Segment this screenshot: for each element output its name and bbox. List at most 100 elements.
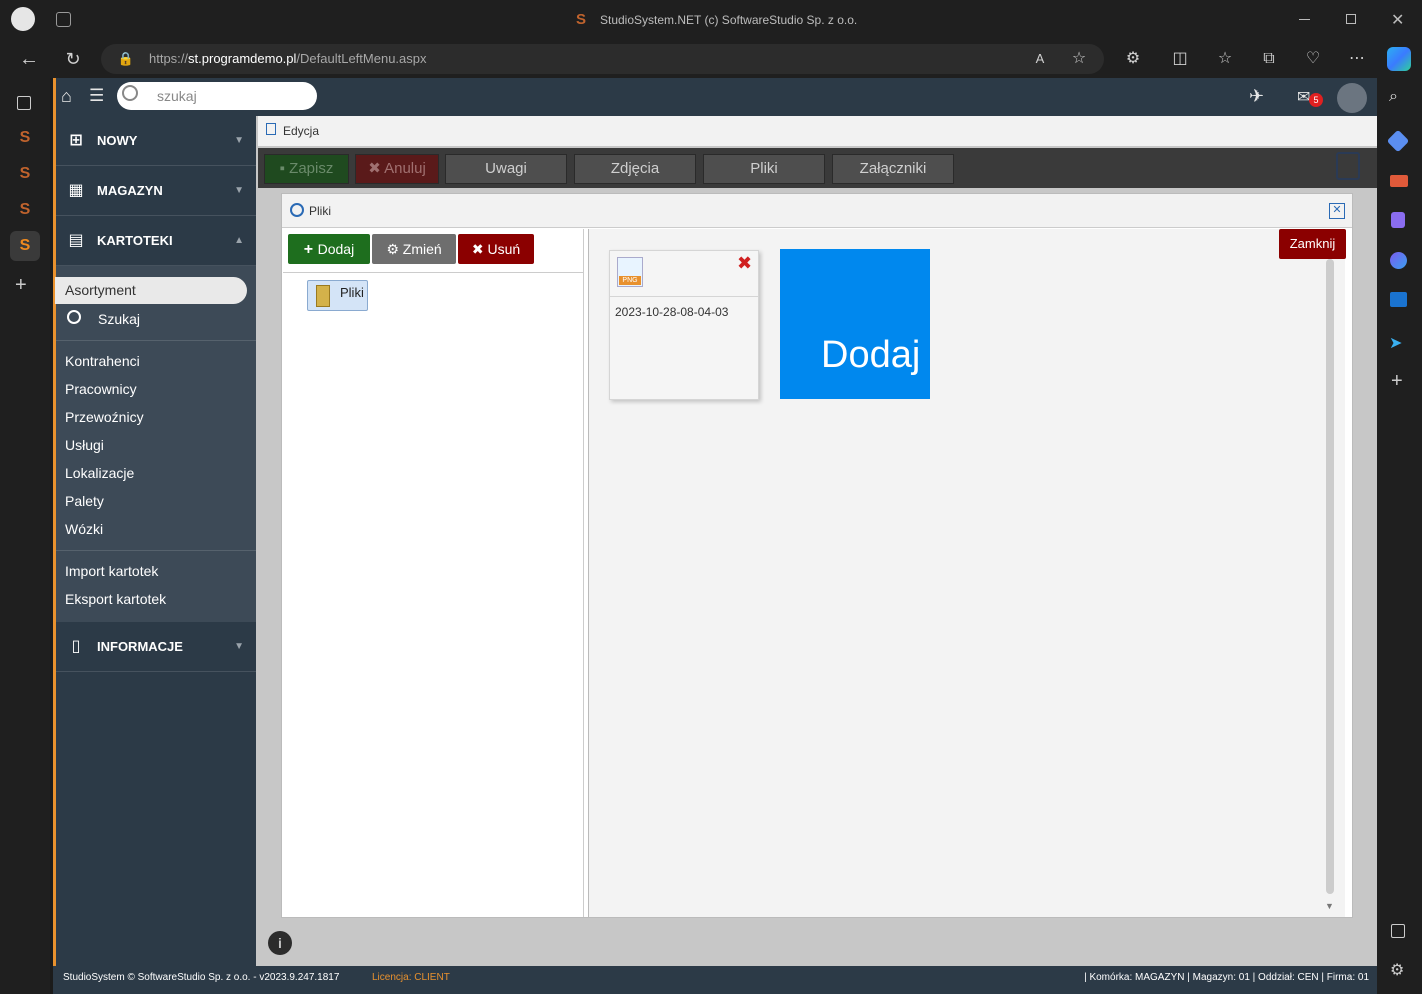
shopping-icon[interactable] bbox=[1386, 129, 1410, 153]
close-window-icon[interactable]: ✕ bbox=[1391, 10, 1404, 30]
submenu-divider bbox=[56, 550, 256, 551]
tab-pliki[interactable]: Pliki bbox=[703, 154, 825, 184]
tab-uwagi[interactable]: Uwagi bbox=[445, 154, 567, 184]
sidebar-item-wozki[interactable]: Wózki bbox=[65, 521, 103, 537]
file-name: 2023-10-28-08-04-03 bbox=[615, 305, 729, 319]
png-file-icon: PNG bbox=[617, 257, 643, 287]
menu-section-magazyn[interactable]: ▦ MAGAZYN ▼ bbox=[56, 166, 256, 216]
tools-icon[interactable] bbox=[1390, 175, 1408, 187]
plus-icon: + bbox=[303, 241, 318, 258]
menu-section-informacje[interactable]: ▯ INFORMACJE ▼ bbox=[56, 622, 256, 672]
lock-icon[interactable]: 🔒 bbox=[114, 47, 138, 71]
minimize-icon[interactable] bbox=[1299, 19, 1310, 20]
send-icon[interactable]: ➤ bbox=[1389, 333, 1402, 353]
add-tile-label: Dodaj bbox=[821, 334, 921, 376]
split-screen-icon[interactable]: ◫ bbox=[1168, 47, 1192, 71]
tabs-icon[interactable] bbox=[56, 12, 71, 27]
delete-button[interactable]: ✖ Usuń bbox=[458, 234, 534, 264]
folder-node-pliki[interactable]: Pliki bbox=[307, 280, 368, 311]
tab-studiosystem-2-icon[interactable]: S bbox=[10, 159, 40, 189]
sidebar-item-uslugi[interactable]: Usługi bbox=[65, 437, 104, 453]
back-icon[interactable]: ← bbox=[17, 47, 41, 71]
card-index-icon: ▤ bbox=[68, 232, 84, 249]
sidebar-item-szukaj[interactable]: Szukaj bbox=[98, 311, 140, 327]
tab-studiosystem-1-icon[interactable]: S bbox=[10, 123, 40, 153]
info-icon[interactable]: i bbox=[268, 931, 292, 955]
sidebar-item-import[interactable]: Import kartotek bbox=[65, 563, 158, 579]
read-aloud-icon[interactable]: A bbox=[1028, 47, 1052, 71]
tab-actions-icon[interactable] bbox=[17, 96, 31, 110]
submenu-divider bbox=[56, 340, 256, 341]
tab-studiosystem-3-icon[interactable]: S bbox=[10, 195, 40, 225]
search-input[interactable]: szukaj bbox=[117, 82, 317, 110]
outlook-icon[interactable] bbox=[1390, 292, 1407, 307]
new-tab-icon[interactable]: + bbox=[15, 274, 27, 297]
performance-icon[interactable]: ♡ bbox=[1301, 47, 1325, 71]
menu-section-kartoteki[interactable]: ▤ KARTOTEKI ▲ bbox=[56, 216, 256, 266]
m365-icon[interactable] bbox=[1390, 252, 1407, 269]
save-button[interactable]: ▪ Zapisz bbox=[264, 154, 349, 184]
edit-pencil-icon[interactable] bbox=[1336, 152, 1360, 180]
chevron-up-icon: ▲ bbox=[234, 235, 244, 246]
dialog-title: Pliki bbox=[309, 204, 332, 218]
cancel-label: Anuluj bbox=[384, 160, 426, 177]
sidebar-item-pracownicy[interactable]: Pracownicy bbox=[65, 381, 137, 397]
copilot-icon[interactable] bbox=[1387, 47, 1411, 71]
user-avatar-icon[interactable] bbox=[1337, 83, 1367, 113]
sidebar-item-lokalizacje[interactable]: Lokalizacje bbox=[65, 465, 134, 481]
dialog-header: Pliki ✕ bbox=[282, 194, 1352, 228]
url-field[interactable]: https://st.programdemo.pl/DefaultLeftMen… bbox=[101, 44, 1104, 74]
tab-zalaczniki[interactable]: Załączniki bbox=[832, 154, 954, 184]
sidebar-item-przewoznicy[interactable]: Przewoźnicy bbox=[65, 409, 144, 425]
search-sidebar-icon[interactable]: ⌕ bbox=[1389, 88, 1398, 106]
url-host: st.programdemo.pl bbox=[188, 51, 297, 66]
games-icon[interactable] bbox=[1391, 212, 1405, 228]
delete-file-icon[interactable]: ✖ bbox=[737, 253, 752, 274]
tab-label: Edycja bbox=[283, 124, 320, 138]
close-button[interactable]: Zamknij bbox=[1279, 229, 1346, 259]
home-icon[interactable]: ⌂ bbox=[61, 86, 72, 107]
sidebar-item-palety[interactable]: Palety bbox=[65, 493, 104, 509]
file-type-label: PNG bbox=[619, 276, 641, 285]
file-card[interactable]: PNG ✖ 2023-10-28-08-04-03 bbox=[609, 250, 759, 400]
menu-collapse-icon[interactable]: ☰ bbox=[89, 86, 104, 106]
add-sidebar-icon[interactable]: + bbox=[1391, 370, 1403, 393]
add-file-tile[interactable]: Dodaj bbox=[780, 249, 930, 399]
scrollbar[interactable] bbox=[1326, 259, 1334, 894]
sidebar-item-asortyment[interactable]: Asortyment bbox=[55, 277, 247, 304]
cancel-x-icon: ✖ bbox=[368, 160, 385, 177]
tab-studiosystem-active-icon[interactable]: S bbox=[10, 231, 40, 261]
maximize-icon[interactable] bbox=[1346, 14, 1356, 24]
plus-box-icon: ⊞ bbox=[69, 132, 83, 149]
plane-icon[interactable]: ✈ bbox=[1249, 86, 1264, 107]
menu-section-nowy[interactable]: ⊞ NOWY ▼ bbox=[56, 116, 256, 166]
add-button[interactable]: + Dodaj bbox=[288, 234, 370, 264]
folder-icon bbox=[316, 285, 330, 307]
favorite-star-icon[interactable]: ☆ bbox=[1067, 47, 1091, 71]
status-bar: StudioSystem © SoftwareStudio Sp. z o.o.… bbox=[53, 966, 1377, 994]
maximize-dialog-icon[interactable]: ✕ bbox=[1329, 203, 1345, 219]
tab-edycja[interactable]: Edycja bbox=[258, 116, 1377, 146]
copyright-text: StudioSystem © SoftwareStudio Sp. z o.o.… bbox=[63, 972, 340, 983]
sidebar-item-kontrahenci[interactable]: Kontrahenci bbox=[65, 353, 140, 369]
browser-sidebar: ⌕ ➤ + ⚙ bbox=[1377, 78, 1422, 994]
folder-label: Pliki bbox=[340, 285, 364, 300]
scroll-down-icon[interactable]: ▼ bbox=[1325, 901, 1334, 911]
settings-icon[interactable]: ⚙ bbox=[1390, 960, 1404, 980]
more-menu-icon[interactable]: ⋯ bbox=[1345, 47, 1369, 71]
extensions-icon[interactable]: ⚙ bbox=[1121, 47, 1145, 71]
x-icon: ✖ bbox=[471, 241, 488, 257]
tab-zdjecia[interactable]: Zdjęcia bbox=[574, 154, 696, 184]
sidebar-item-eksport[interactable]: Eksport kartotek bbox=[65, 591, 166, 607]
cancel-button[interactable]: ✖ Anuluj bbox=[355, 154, 439, 184]
document-icon: ▯ bbox=[71, 638, 81, 655]
window-title: StudioSystem.NET (c) SoftwareStudio Sp. … bbox=[600, 13, 858, 27]
change-button[interactable]: ⚙ Zmień bbox=[372, 234, 456, 264]
collections-icon[interactable]: ⧉ bbox=[1257, 47, 1281, 71]
chevron-down-icon: ▼ bbox=[234, 135, 244, 146]
profile-icon[interactable] bbox=[11, 7, 35, 31]
refresh-icon[interactable]: ↻ bbox=[61, 47, 85, 71]
favorites-icon[interactable]: ☆ bbox=[1213, 47, 1237, 71]
sidebar-toggle-icon[interactable] bbox=[1391, 924, 1405, 938]
menu-section-label: NOWY bbox=[97, 133, 138, 148]
